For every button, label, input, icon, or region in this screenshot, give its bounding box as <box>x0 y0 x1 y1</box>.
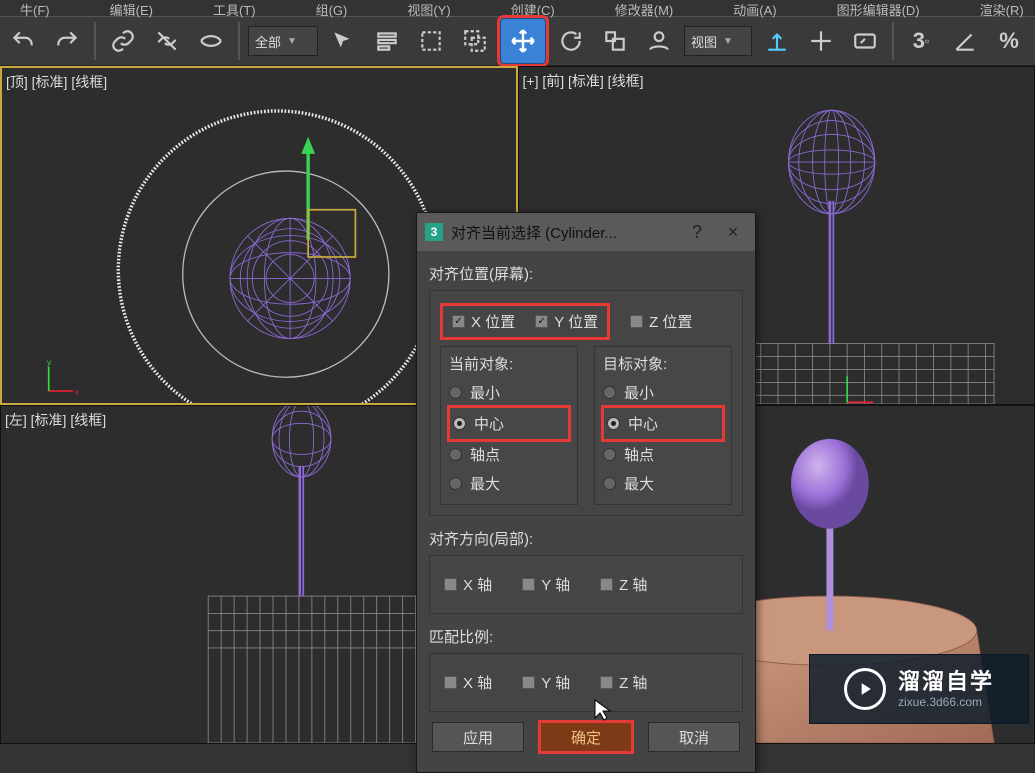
link-icon[interactable] <box>104 22 142 60</box>
separator <box>94 22 96 60</box>
scale-z-checkbox[interactable]: Z 轴 <box>600 672 647 693</box>
undo-icon[interactable] <box>4 22 42 60</box>
help-icon[interactable]: ? <box>683 222 711 243</box>
redo-icon[interactable] <box>48 22 86 60</box>
selection-filter-dropdown[interactable]: 全部 ▼ <box>248 26 318 56</box>
dialog-title: 对齐当前选择 (Cylinder... <box>451 222 617 243</box>
select-and-scale-icon[interactable] <box>596 22 634 60</box>
separator <box>238 22 240 60</box>
menu-create[interactable]: 创建(C) <box>511 0 555 19</box>
dialog-titlebar[interactable]: 3 对齐当前选择 (Cylinder... ? × <box>417 213 755 251</box>
current-pivot-radio[interactable]: 轴点 <box>449 440 569 469</box>
dialog-body: 对齐位置(屏幕): X 位置 Y 位置 Z 位置 <box>417 251 755 772</box>
window-crossing-icon[interactable] <box>456 22 494 60</box>
bind-icon[interactable] <box>192 22 230 60</box>
svg-text:y: y <box>47 357 52 367</box>
watermark-url: zixue.3d66.com <box>898 695 994 709</box>
x-position-checkbox[interactable]: X 位置 <box>452 311 515 332</box>
align-orientation-group: X 轴 Y 轴 Z 轴 <box>429 555 743 614</box>
menu-rendering[interactable]: 渲染(R) <box>980 0 1024 19</box>
select-by-name-icon[interactable] <box>368 22 406 60</box>
use-pivot-icon[interactable] <box>758 22 796 60</box>
match-scale-group: X 轴 Y 轴 Z 轴 <box>429 653 743 712</box>
select-and-move-icon[interactable] <box>500 18 546 64</box>
target-center-radio[interactable]: 中心 <box>603 407 723 440</box>
target-pivot-radio[interactable]: 轴点 <box>603 440 723 469</box>
manipulate-icon[interactable] <box>802 22 840 60</box>
caret-down-icon: ▼ <box>723 36 733 47</box>
reference-coord-label: 视图 <box>691 32 717 51</box>
select-and-rotate-icon[interactable] <box>552 22 590 60</box>
menu-modifiers[interactable]: 修改器(M) <box>615 0 674 19</box>
scale-x-checkbox[interactable]: X 轴 <box>444 672 492 693</box>
menu-animation[interactable]: 动画(A) <box>733 0 776 19</box>
current-object-label: 当前对象: <box>449 353 569 374</box>
angle-snap-icon[interactable] <box>946 22 984 60</box>
current-max-radio[interactable]: 最大 <box>449 469 569 498</box>
reference-coord-dropdown[interactable]: 视图 ▼ <box>684 26 752 56</box>
viewport-label: [左] [标准] [线框] <box>5 410 106 430</box>
app-icon: 3 <box>425 223 443 241</box>
viewport-label: [+] [前] [标准] [线框] <box>523 71 644 91</box>
main-toolbar: 全部 ▼ 视图 ▼ 3▫ % <box>0 16 1035 66</box>
menu-graph-editors[interactable]: 图形编辑器(D) <box>837 0 920 19</box>
menu-edit[interactable]: 编辑(E) <box>110 0 153 19</box>
target-object-label: 目标对象: <box>603 353 723 374</box>
align-position-label: 对齐位置(屏幕): <box>429 263 743 284</box>
align-orientation-label: 对齐方向(局部): <box>429 528 743 549</box>
snap-3d-icon[interactable]: 3▫ <box>902 22 940 60</box>
play-icon <box>844 668 886 710</box>
apply-button[interactable]: 应用 <box>432 722 524 752</box>
unlink-icon[interactable] <box>148 22 186 60</box>
svg-text:x: x <box>75 386 80 396</box>
align-dialog: 3 对齐当前选择 (Cylinder... ? × 对齐位置(屏幕): X 位置… <box>416 212 756 773</box>
checkbox-icon <box>630 315 643 328</box>
menu-views[interactable]: 视图(Y) <box>407 0 450 19</box>
current-object-group: 当前对象: 最小 中心 轴点 最大 <box>440 346 578 505</box>
align-position-group: X 位置 Y 位置 Z 位置 当前对象: 最小 中心 轴点 <box>429 290 743 516</box>
caret-down-icon: ▼ <box>287 36 297 47</box>
percent-snap-icon[interactable]: % <box>990 22 1028 60</box>
orient-y-checkbox[interactable]: Y 轴 <box>522 574 570 595</box>
orient-z-checkbox[interactable]: Z 轴 <box>600 574 647 595</box>
checkbox-icon <box>535 315 548 328</box>
ok-button[interactable]: 确定 <box>540 722 632 752</box>
y-position-checkbox[interactable]: Y 位置 <box>535 311 598 332</box>
selection-filter-label: 全部 <box>255 32 281 51</box>
target-min-radio[interactable]: 最小 <box>603 378 723 407</box>
select-and-place-icon[interactable] <box>640 22 678 60</box>
checkbox-icon <box>452 315 465 328</box>
menu-group[interactable]: 组(G) <box>316 0 348 19</box>
select-region-rect-icon[interactable] <box>412 22 450 60</box>
cancel-button[interactable]: 取消 <box>648 722 740 752</box>
viewport-label: [顶] [标准] [线框] <box>6 72 107 92</box>
menu-bar: 牛(F) 编辑(E) 工具(T) 组(G) 视图(Y) 创建(C) 修改器(M)… <box>0 0 1035 16</box>
close-icon[interactable]: × <box>719 222 747 243</box>
current-min-radio[interactable]: 最小 <box>449 378 569 407</box>
current-center-radio[interactable]: 中心 <box>449 407 569 440</box>
orient-x-checkbox[interactable]: X 轴 <box>444 574 492 595</box>
menu-tools[interactable]: 工具(T) <box>213 0 256 19</box>
target-max-radio[interactable]: 最大 <box>603 469 723 498</box>
target-object-group: 目标对象: 最小 中心 轴点 最大 <box>594 346 732 505</box>
select-object-icon[interactable] <box>324 22 362 60</box>
watermark-title: 溜溜自学 <box>898 669 994 695</box>
separator <box>892 22 894 60</box>
scale-y-checkbox[interactable]: Y 轴 <box>522 672 570 693</box>
watermark: 溜溜自学 zixue.3d66.com <box>809 654 1029 724</box>
z-position-checkbox[interactable]: Z 位置 <box>630 311 692 332</box>
menu-file[interactable]: 牛(F) <box>20 0 50 19</box>
keyboard-shortcut-icon[interactable] <box>846 22 884 60</box>
match-scale-label: 匹配比例: <box>429 626 743 647</box>
